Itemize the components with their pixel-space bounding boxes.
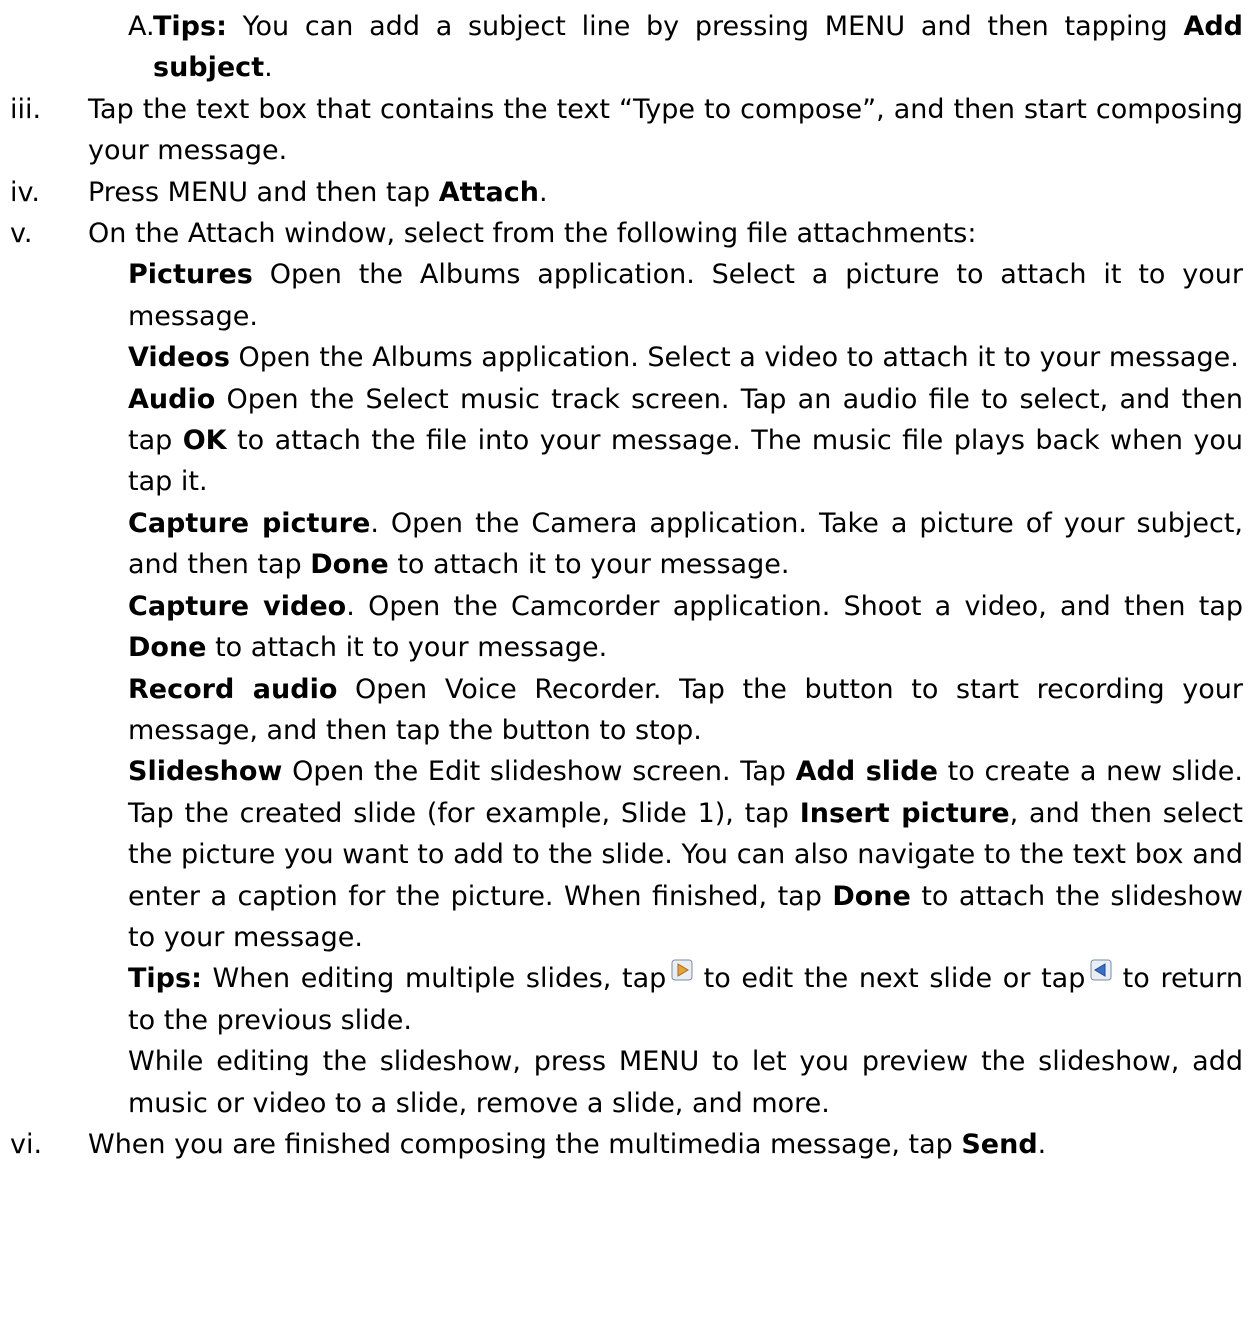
step-iii: iii. Tap the text box that contains the …	[0, 89, 1258, 172]
slideshow-menu-note: While editing the slideshow, press MENU …	[128, 1046, 1243, 1119]
attachment-pictures: Pictures Open the Albums application. Se…	[128, 259, 1243, 332]
record-audio-label: Record audio	[128, 673, 338, 705]
pictures-label: Pictures	[128, 259, 253, 291]
attachment-capture-picture: Capture picture. Open the Camera applica…	[128, 507, 1243, 581]
done-term: Done	[832, 880, 911, 912]
send-term: Send	[961, 1128, 1038, 1160]
attach-term: Attach	[438, 176, 539, 208]
done-term: Done	[310, 549, 389, 581]
videos-label: Videos	[128, 342, 230, 374]
attachment-videos: Videos Open the Albums application. Sele…	[128, 342, 1239, 374]
step-number: vi.	[10, 1128, 43, 1160]
step-number: A.	[128, 11, 155, 42]
insert-picture-term: Insert picture	[799, 797, 1010, 829]
step-iv: iv. Press MENU and then tap Attach.	[0, 172, 1258, 213]
attachment-capture-video: Capture video. Open the Camcorder applic…	[128, 590, 1243, 664]
capture-video-label: Capture video	[128, 590, 347, 622]
tips-label: Tips:	[128, 963, 202, 995]
step-number: v.	[10, 218, 33, 250]
ok-term: OK	[182, 425, 227, 457]
slideshow-tips: Tips: When editing multiple slides, tap …	[0, 958, 1258, 1041]
manual-page: A. Tips: You can add a subject line by p…	[0, 6, 1258, 1165]
attachment-slideshow: Slideshow Open the Edit slideshow screen…	[128, 756, 1243, 953]
slideshow-label: Slideshow	[128, 756, 283, 788]
step-a-tips: A. Tips: You can add a subject line by p…	[0, 6, 1258, 89]
step-number: iv.	[10, 176, 40, 208]
add-slide-term: Add slide	[795, 756, 938, 788]
done-term: Done	[128, 632, 207, 664]
attachment-record-audio: Record audio Open Voice Recorder. Tap th…	[128, 673, 1243, 746]
tips-label: Tips:	[153, 11, 227, 42]
audio-label: Audio	[128, 383, 216, 415]
step-number: iii.	[10, 93, 42, 125]
attachment-audio: Audio Open the Select music track screen…	[128, 383, 1243, 498]
step-vi: vi. When you are finished composing the …	[0, 1124, 1258, 1165]
previous-slide-icon	[1090, 959, 1112, 981]
capture-picture-label: Capture picture	[128, 507, 371, 539]
next-slide-icon	[671, 959, 693, 981]
step-v: v. On the Attach window, select from the…	[0, 213, 1258, 254]
